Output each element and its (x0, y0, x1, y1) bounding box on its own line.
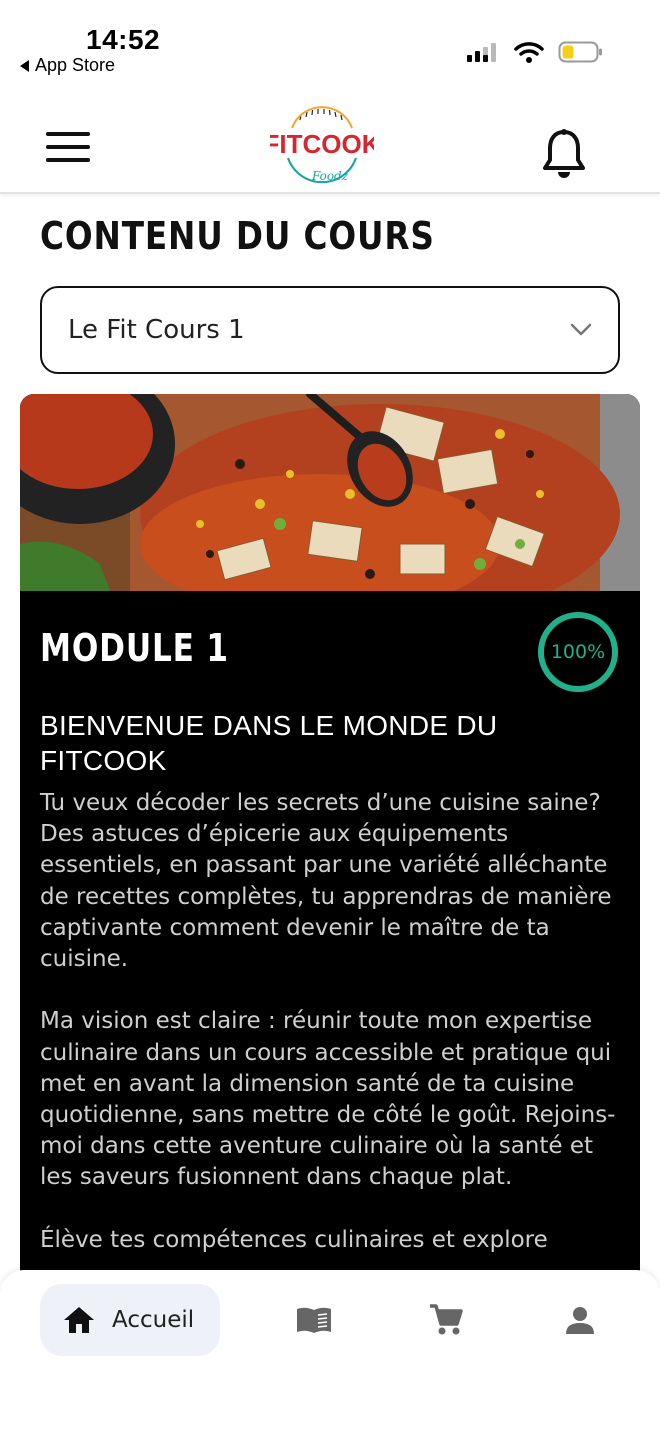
back-arrow-icon (20, 59, 29, 72)
bell-icon[interactable] (540, 128, 588, 180)
book-icon (297, 1307, 331, 1333)
status-bar: 14:52 App Store (0, 0, 660, 92)
cart-icon (430, 1304, 463, 1335)
nav-item-courses[interactable] (294, 1300, 334, 1340)
module-card[interactable]: MODULE 1 100% BIENVENUE DANS LE MONDE DU… (20, 394, 640, 1274)
nav-item-profile[interactable] (560, 1300, 600, 1340)
page-title: CONTENU DU COURS (40, 214, 435, 258)
module-paragraph: Tu veux décoder les secrets d’une cuisin… (40, 790, 612, 973)
module-description: Tu veux décoder les secrets d’une cuisin… (40, 788, 626, 1274)
wifi-icon (514, 42, 544, 63)
module-food-image (20, 394, 640, 591)
progress-label: 100% (550, 641, 606, 663)
nav-home-label: Accueil (112, 1307, 195, 1333)
status-time: 14:52 (86, 24, 161, 55)
course-select-value: Le Fit Cours 1 (68, 315, 245, 345)
back-label: App Store (35, 55, 116, 75)
battery-icon (558, 41, 602, 63)
person-icon (566, 1307, 594, 1334)
bottom-nav: Accueil (0, 1270, 660, 1435)
nav-item-cart[interactable] (426, 1300, 466, 1340)
module-title: MODULE 1 (40, 626, 229, 670)
logo-text: FITCOOK (270, 129, 374, 159)
signal-icon (467, 43, 496, 62)
hamburger-menu-icon[interactable] (46, 132, 90, 162)
fitcook-logo: FITCOOK Foodz (270, 106, 374, 184)
status-icons (466, 40, 604, 64)
module-paragraph: Élève tes compétences culinaires et expl… (40, 1226, 548, 1253)
home-icon (64, 1307, 94, 1333)
module-paragraph: Ma vision est claire : réunir toute mon … (40, 1008, 616, 1191)
course-select-dropdown[interactable]: Le Fit Cours 1 (40, 286, 620, 374)
module-heading: BIENVENUE DANS LE MONDE DU FITCOOK (40, 710, 498, 776)
app-header: FITCOOK Foodz (0, 92, 660, 194)
logo-subtext: Foodz (311, 169, 349, 183)
nav-item-home[interactable]: Accueil (40, 1284, 220, 1356)
back-to-app-store[interactable]: App Store (20, 55, 115, 76)
chevron-down-icon (570, 323, 592, 336)
